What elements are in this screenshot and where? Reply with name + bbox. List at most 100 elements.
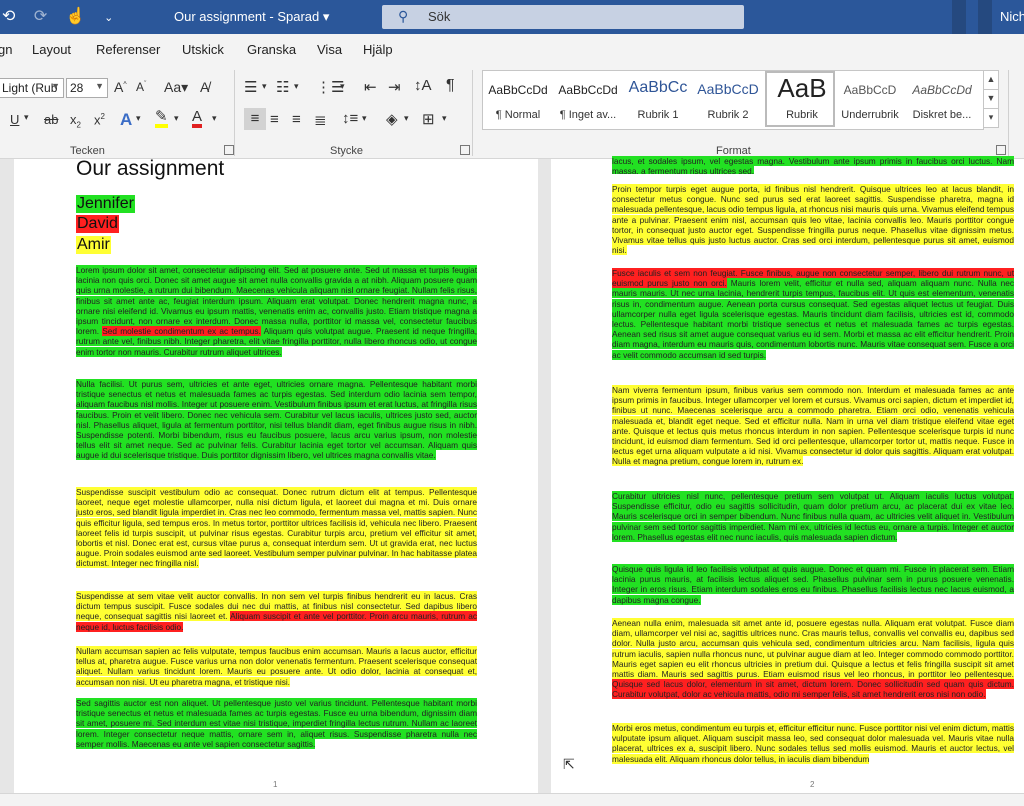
bullets-icon[interactable]: ☰	[244, 78, 257, 96]
shrink-font-icon[interactable]: Aˇ	[136, 80, 146, 94]
chevron-down-icon[interactable]: ▾	[174, 113, 179, 124]
gallery-scroll-up-icon[interactable]: ▲	[983, 70, 999, 90]
chevron-down-icon[interactable]: ▾	[136, 113, 141, 124]
gallery-more-icon[interactable]: ▾	[983, 108, 999, 128]
justify-icon[interactable]: ≣	[314, 111, 327, 129]
touch-mode-icon[interactable]: ☝	[66, 6, 86, 26]
paragraph[interactable]: Sed sagittis auctor est non aliquet. Ut …	[76, 698, 477, 752]
text-effects-icon[interactable]: A	[120, 110, 132, 130]
align-center-icon[interactable]: ≡	[270, 111, 279, 128]
style-title[interactable]: AaB Rubrik	[765, 71, 835, 127]
paragraph[interactable]: Fusce iaculis et sem non feugiat. Fusce …	[612, 268, 1014, 375]
customize-qat-icon[interactable]: ⌄	[104, 11, 113, 24]
author-name-3[interactable]: Amir	[76, 236, 111, 254]
highlighted-text[interactable]: Nam viverra fermentum ipsum, finibus var…	[612, 385, 1014, 467]
chevron-down-icon[interactable]: ▾	[404, 113, 409, 124]
paragraph[interactable]: Quisque quis ligula id leo facilisis vol…	[612, 564, 1014, 608]
strikethrough-icon[interactable]: ab	[44, 112, 58, 127]
tab-references[interactable]: Referenser	[96, 42, 160, 57]
tab-design[interactable]: gn	[0, 42, 12, 57]
highlighted-text[interactable]: Morbi eros metus, condimentum eu turpis …	[612, 723, 1014, 764]
clear-formatting-icon[interactable]: A̸	[200, 79, 209, 95]
numbering-icon[interactable]: ☷	[276, 78, 289, 96]
chevron-down-icon[interactable]: ▾	[262, 81, 267, 92]
user-name[interactable]: Nich	[1000, 9, 1024, 24]
underline-icon[interactable]: U	[10, 112, 19, 127]
paragraph[interactable]: Nullam accumsan sapien ac felis vulputat…	[76, 646, 477, 690]
chevron-down-icon[interactable]: ▾	[294, 81, 299, 92]
highlighted-text[interactable]: Sed molestie condimentum ex ac tempus.	[102, 326, 261, 337]
dialog-launcher-icon[interactable]	[460, 145, 470, 155]
paragraph[interactable]: Nam viverra fermentum ipsum, finibus var…	[612, 385, 1014, 481]
chevron-down-icon[interactable]: ▾	[442, 113, 447, 124]
author-name-2[interactable]: David	[76, 215, 119, 233]
align-left-icon[interactable]: ≡	[244, 108, 266, 130]
paragraph[interactable]: Curabitur ultricies nisl nunc, pellentes…	[612, 491, 1014, 555]
show-formatting-marks-icon[interactable]: ¶	[446, 77, 455, 95]
document-title[interactable]: Our assignment - Sparad ▾	[174, 9, 329, 25]
font-size-combo[interactable]: 28 ▼	[66, 78, 108, 98]
tab-help[interactable]: Hjälp	[363, 42, 393, 57]
paragraph[interactable]: Suspendisse suscipit vestibulum odio ac …	[76, 487, 477, 581]
highlighted-text[interactable]: Proin tempor turpis eget augue porta, id…	[612, 184, 1014, 256]
gallery-scroll-down-icon[interactable]: ▼	[983, 89, 999, 109]
highlight-icon[interactable]: ✎	[155, 109, 168, 128]
highlighted-text[interactable]: Nulla facilisi. Ut purus sem, ultricies …	[76, 379, 477, 461]
highlighted-text[interactable]: Nullam accumsan sapien ac felis vulputat…	[76, 646, 477, 687]
decrease-indent-icon[interactable]: ⇤	[364, 78, 377, 96]
style-subtle-emphasis[interactable]: AaBbCcDd Diskret be...	[907, 71, 977, 127]
paragraph[interactable]: lacus, et sodales ipsum, vel egestas mag…	[612, 156, 1014, 174]
dialog-launcher-icon[interactable]	[224, 145, 234, 155]
highlighted-text[interactable]: Aenean nulla enim, malesuada sit amet an…	[612, 618, 1014, 680]
undo-icon[interactable]: ⟲	[2, 6, 15, 26]
search-box[interactable]: ⚲ Sök	[382, 5, 744, 29]
paragraph[interactable]: Nulla facilisi. Ut purus sem, ultricies …	[76, 379, 477, 475]
document-workspace[interactable]: Our assignment Jennifer David Amir Lorem…	[0, 156, 1024, 793]
sort-icon[interactable]: ↕A	[414, 77, 432, 94]
chevron-down-icon[interactable]: ▾	[362, 113, 367, 124]
paragraph[interactable]: Morbi eros metus, condimentum eu turpis …	[612, 723, 1014, 767]
chevron-down-icon[interactable]: ▾	[340, 81, 345, 92]
page-2[interactable]: lacus, et sodales ipsum, vel egestas mag…	[551, 156, 1024, 793]
highlighted-text[interactable]: Quisque sed lacus dolor, elementum in si…	[612, 679, 1014, 700]
style-heading-1[interactable]: AaBbCc Rubrik 1	[623, 71, 693, 127]
paragraph[interactable]: Lorem ipsum dolor sit amet, consectetur …	[76, 265, 477, 371]
highlighted-text[interactable]: Quisque quis ligula id leo facilisis vol…	[612, 564, 1014, 605]
style-name: Underrubrik	[841, 109, 899, 121]
paragraph[interactable]: Aenean nulla enim, malesuada sit amet an…	[612, 618, 1014, 714]
style-normal[interactable]: AaBbCcDd ¶ Normal	[483, 71, 553, 127]
chevron-down-icon[interactable]: ▾	[212, 113, 217, 124]
tab-review[interactable]: Granska	[247, 42, 296, 57]
font-name-combo[interactable]: Light (Rub ▼	[0, 78, 64, 98]
page-1[interactable]: Our assignment Jennifer David Amir Lorem…	[14, 157, 538, 793]
tab-mailings[interactable]: Utskick	[182, 42, 224, 57]
subscript-icon[interactable]: x2	[70, 112, 81, 130]
highlighted-text[interactable]: Mauris lorem velit, efficitur et nulla s…	[612, 278, 1014, 360]
grow-font-icon[interactable]: A^	[114, 79, 127, 95]
highlighted-text[interactable]: Curabitur ultricies nisl nunc, pellentes…	[612, 491, 1014, 542]
shading-icon[interactable]: ◈	[386, 110, 398, 128]
document-heading[interactable]: Our assignment	[76, 157, 224, 181]
superscript-icon[interactable]: x2	[94, 112, 105, 127]
status-bar	[0, 793, 1024, 806]
paragraph[interactable]: Suspendisse at sem vitae velit auctor co…	[76, 591, 477, 635]
highlighted-text[interactable]: Sed sagittis auctor est non aliquet. Ut …	[76, 698, 477, 749]
change-case-icon[interactable]: Aa▾	[164, 79, 188, 96]
paragraph[interactable]: Proin tempor turpis eget augue porta, id…	[612, 184, 1014, 259]
redo-icon[interactable]: ⟳	[34, 6, 47, 26]
tab-view[interactable]: Visa	[317, 42, 342, 57]
style-heading-2[interactable]: AaBbCcD Rubrik 2	[693, 71, 763, 127]
font-color-icon[interactable]: A	[192, 109, 203, 128]
style-subtitle[interactable]: AaBbCcD Underrubrik	[835, 71, 905, 127]
style-no-spacing[interactable]: AaBbCcDd ¶ Inget av...	[553, 71, 623, 127]
tab-layout[interactable]: Layout	[32, 42, 71, 57]
dialog-launcher-icon[interactable]	[996, 145, 1006, 155]
highlighted-text[interactable]: lacus, et sodales ipsum, vel egestas mag…	[612, 156, 1014, 174]
line-spacing-icon[interactable]: ↕≡	[342, 110, 358, 127]
highlighted-text[interactable]: Suspendisse suscipit vestibulum odio ac …	[76, 487, 477, 569]
underline-dropdown-icon[interactable]: ▾	[24, 112, 29, 123]
borders-icon[interactable]: ⊞	[422, 110, 435, 128]
align-right-icon[interactable]: ≡	[292, 111, 301, 128]
author-name-1[interactable]: Jennifer	[76, 195, 135, 213]
increase-indent-icon[interactable]: ⇥	[388, 78, 401, 96]
